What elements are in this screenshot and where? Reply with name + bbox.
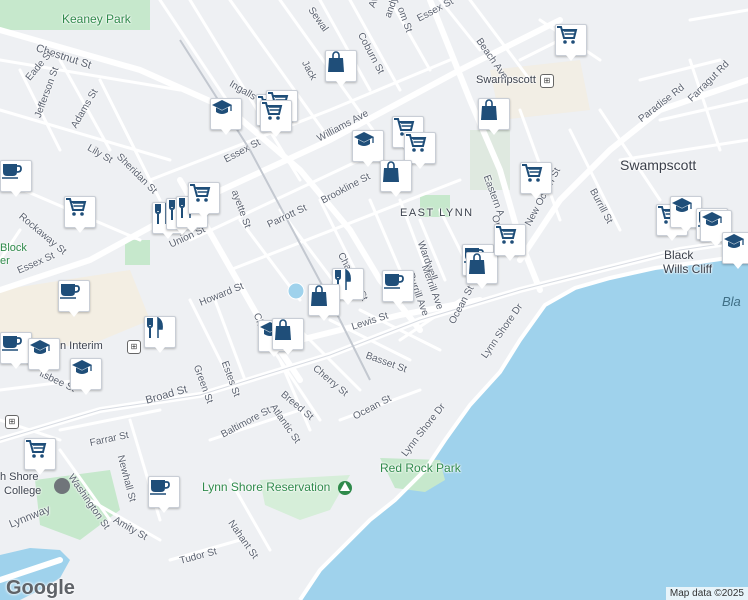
black-wills-cliff-label-2: Wills Cliff — [663, 262, 713, 276]
block-label-1: Block — [0, 242, 27, 254]
swampscott-town-label: Swampscott — [620, 157, 697, 173]
shopping-bag-icon[interactable] — [478, 98, 510, 135]
block-label-2: er — [0, 255, 10, 267]
map-base-layer — [0, 0, 748, 600]
red-rock-park-label: Red Rock Park — [380, 461, 461, 475]
google-logo: Google — [6, 577, 75, 599]
shopping-cart-icon[interactable] — [520, 162, 552, 199]
shopping-bag-icon[interactable] — [325, 50, 357, 87]
shopping-bag-icon[interactable] — [380, 160, 412, 197]
lynn-shore-reservation-label: Lynn Shore Reservation — [202, 480, 331, 494]
school-icon[interactable] — [722, 232, 748, 269]
shopping-cart-icon[interactable] — [24, 438, 56, 475]
shopping-bag-icon[interactable] — [466, 252, 498, 289]
restaurant-icon[interactable] — [144, 316, 176, 353]
bus-station-icon: ⊞ — [5, 415, 19, 429]
map-attribution[interactable]: Map data ©2025 — [665, 587, 748, 600]
school-icon[interactable] — [352, 130, 384, 167]
coffee-icon[interactable] — [58, 280, 90, 317]
school-icon[interactable] — [210, 98, 242, 135]
coffee-icon[interactable] — [148, 476, 180, 513]
keaney-park-label: Keaney Park — [62, 12, 131, 26]
map-canvas[interactable]: Keaney Park Swampscott EAST LYNN Black W… — [0, 0, 748, 600]
college-label-1: h Shore — [0, 471, 39, 483]
school-icon[interactable] — [70, 358, 102, 395]
college-label-2: College — [4, 485, 42, 497]
train-station-icon: ⊞ — [540, 74, 554, 88]
black-wills-cliff-label-1: Black — [664, 248, 694, 262]
lynn-interim-label: n Interim — [60, 340, 103, 352]
shopping-cart-icon[interactable] — [494, 224, 526, 261]
bay-label: Bla — [722, 294, 741, 309]
shopping-bag-icon[interactable] — [308, 284, 340, 321]
shopping-cart-icon[interactable] — [64, 196, 96, 233]
lynn-station-icon: ⊞ — [127, 340, 141, 354]
east-lynn-label: EAST LYNN — [400, 207, 474, 219]
shopping-cart-icon[interactable] — [260, 100, 292, 137]
shopping-cart-icon[interactable] — [188, 182, 220, 219]
school-icon[interactable] — [28, 338, 60, 375]
coffee-icon[interactable] — [0, 160, 32, 197]
shopping-cart-icon[interactable] — [555, 24, 587, 61]
shopping-bag-icon[interactable] — [272, 318, 304, 355]
coffee-icon[interactable] — [382, 270, 414, 307]
